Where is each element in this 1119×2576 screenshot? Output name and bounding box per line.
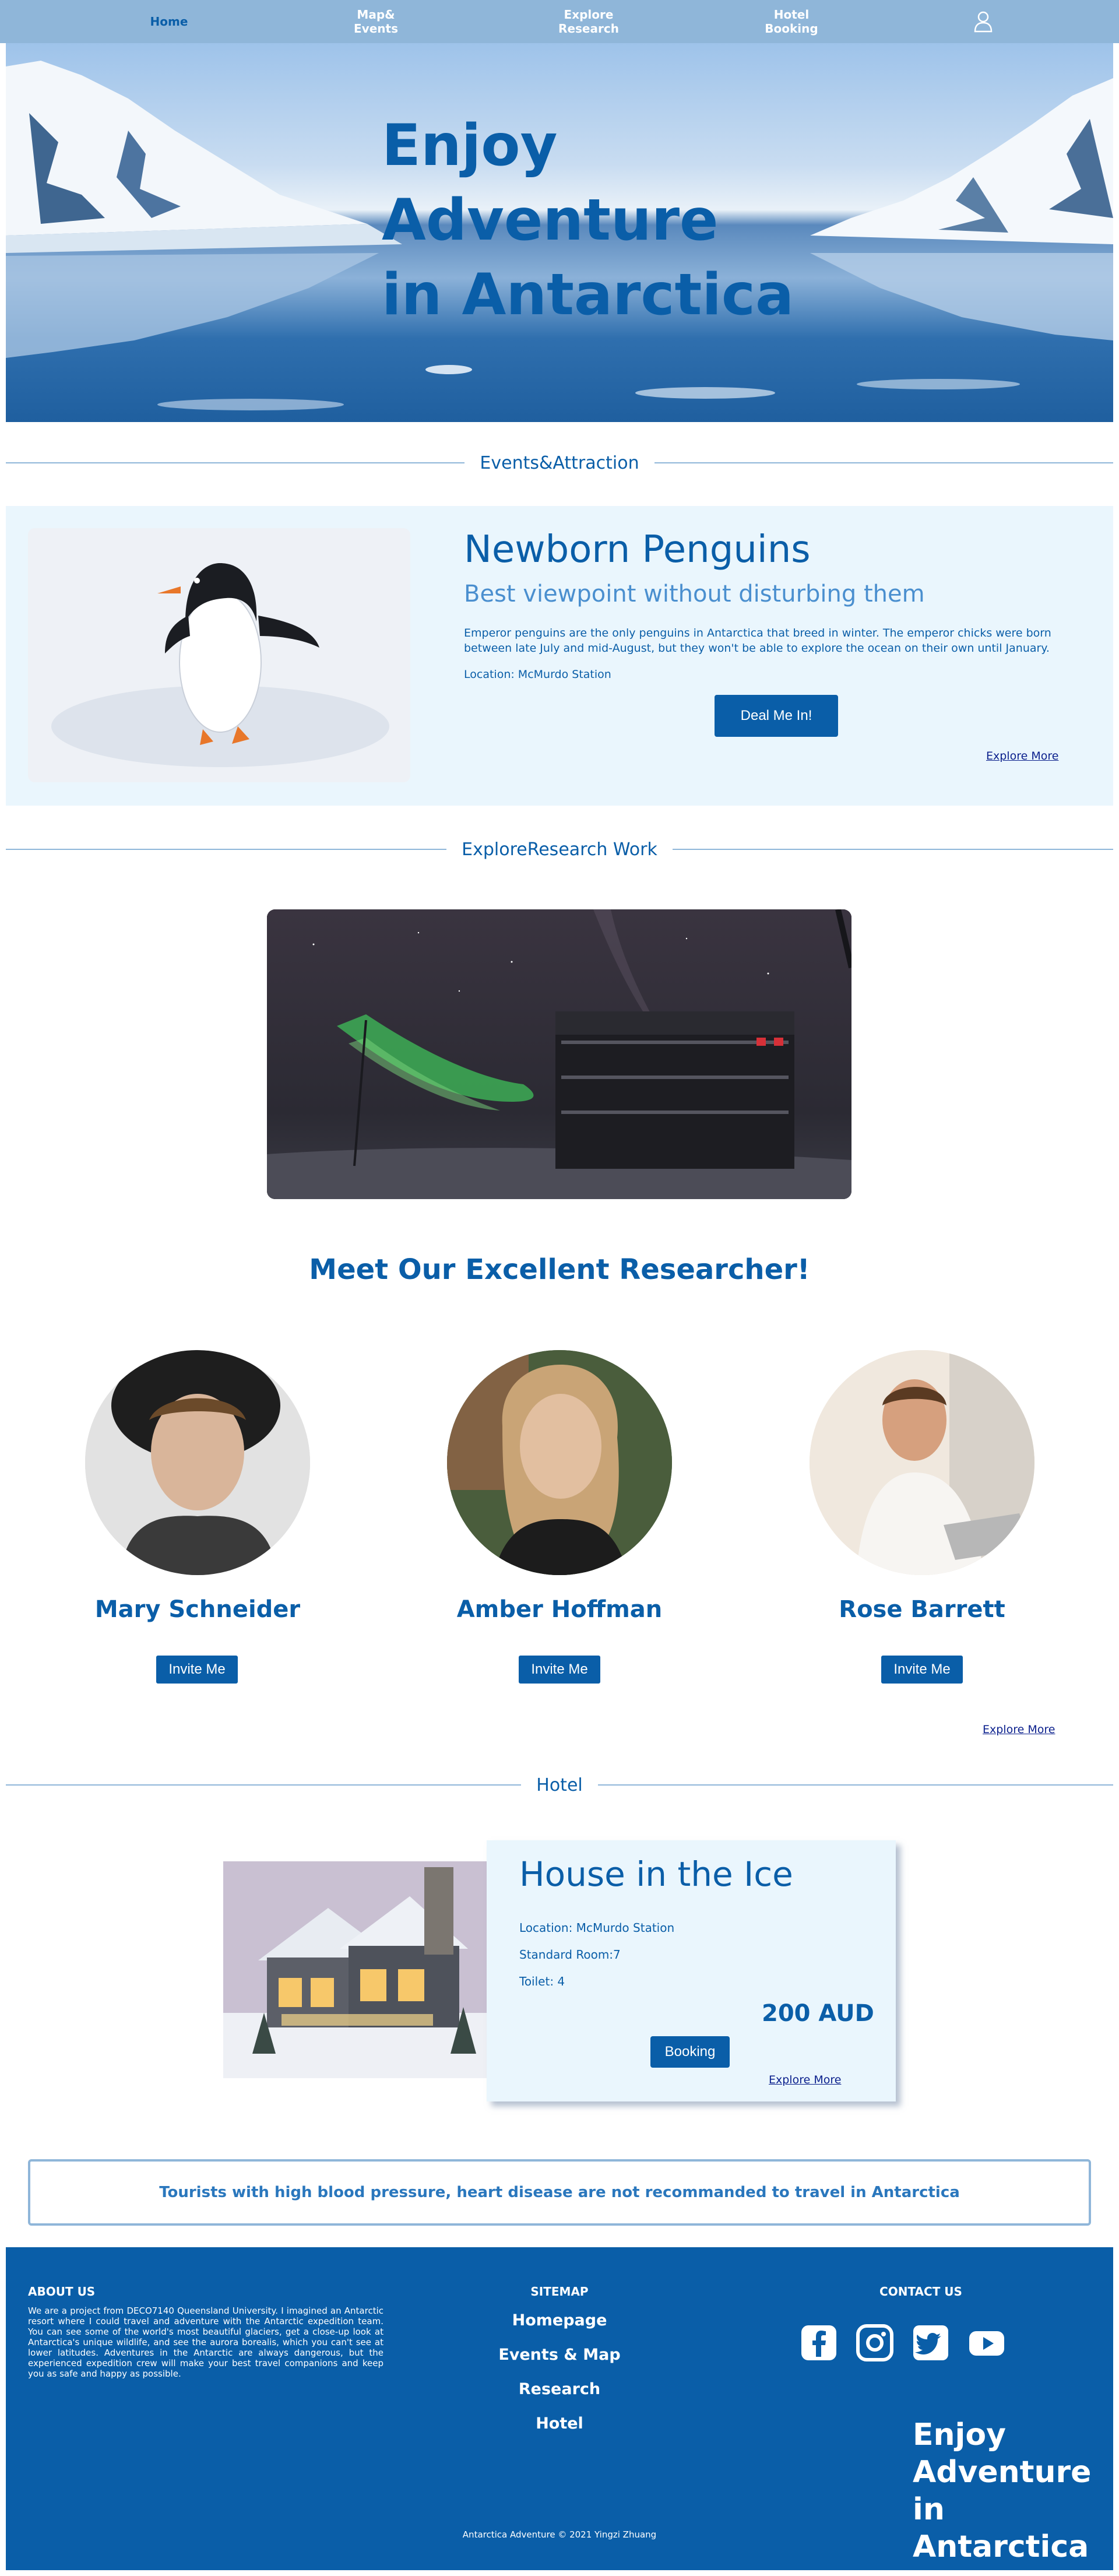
- section-divider-hotel: Hotel: [6, 1773, 1113, 1797]
- footer-contact-heading: CONTACT US: [879, 2285, 962, 2299]
- site-footer: ABOUT US We are a project from DECO7140 …: [6, 2247, 1113, 2570]
- events-panel: Newborn Penguins Best viewpoint without …: [6, 506, 1113, 806]
- event-location: Location: McMurdo Station: [464, 668, 611, 681]
- user-icon[interactable]: [973, 10, 993, 33]
- hotel-card: House in the Ice Location: McMurdo Stati…: [487, 1840, 896, 2101]
- hotel-title: House in the Ice: [519, 1854, 793, 1894]
- hotel-toilet: Toilet: 4: [519, 1974, 565, 1988]
- hotel-photo: [223, 1861, 487, 2078]
- health-warning-banner: Tourists with high blood pressure, heart…: [28, 2159, 1091, 2226]
- researcher-avatar-2: [447, 1350, 672, 1575]
- invite-me-button-1[interactable]: Invite Me: [156, 1656, 238, 1684]
- footer-copyright: Antarctica Adventure © 2021 Yingzi Zhuan…: [462, 2529, 657, 2540]
- hotel-explore-more-link[interactable]: Explore More: [769, 2074, 841, 2086]
- hotel-location: Location: McMurdo Station: [519, 1921, 675, 1935]
- hero-title: Enjoy Adventure in Antarctica: [382, 113, 794, 328]
- hero-banner: Enjoy Adventure in Antarctica: [6, 43, 1113, 422]
- facebook-icon[interactable]: [800, 2324, 838, 2361]
- event-description: Emperor penguins are the only penguins i…: [464, 627, 1051, 655]
- twitter-icon[interactable]: [912, 2324, 949, 2361]
- meet-researchers-title: Meet Our Excellent Researcher!: [309, 1253, 810, 1286]
- nav-explore-research[interactable]: Explore Research: [530, 0, 647, 43]
- hotel-price: 200 AUD: [762, 2000, 874, 2027]
- section-divider-research: ExploreResearch Work: [6, 838, 1113, 861]
- section-title-research: ExploreResearch Work: [462, 839, 657, 860]
- footer-link-research[interactable]: Research: [443, 2380, 676, 2398]
- footer-link-hotel[interactable]: Hotel: [443, 2415, 676, 2433]
- footer-link-homepage[interactable]: Homepage: [443, 2311, 676, 2329]
- researcher-name-2: Amber Hoffman: [456, 1596, 663, 1623]
- section-title-events: Events&Attraction: [480, 452, 639, 473]
- footer-brand-title: Enjoy Adventure in Antarctica: [913, 2417, 1092, 2564]
- footer-about-text: We are a project from DECO7140 Queenslan…: [28, 2306, 383, 2379]
- invite-me-button-3[interactable]: Invite Me: [881, 1656, 963, 1684]
- youtube-icon[interactable]: [968, 2324, 1005, 2361]
- nav-map-events[interactable]: Map& Events: [318, 0, 434, 43]
- researcher-name-1: Mary Schneider: [94, 1596, 301, 1623]
- instagram-icon[interactable]: [856, 2324, 893, 2361]
- researcher-name-3: Rose Barrett: [839, 1596, 1005, 1623]
- section-title-hotel: Hotel: [536, 1774, 583, 1795]
- researcher-avatar-3: [810, 1350, 1034, 1575]
- event-subtitle: Best viewpoint without disturbing them: [464, 581, 925, 607]
- section-divider-events: Events&Attraction: [6, 451, 1114, 475]
- booking-button[interactable]: Booking: [650, 2036, 730, 2068]
- invite-me-button-2[interactable]: Invite Me: [519, 1656, 600, 1684]
- deal-me-in-button[interactable]: Deal Me In!: [715, 695, 838, 737]
- research-explore-more-link[interactable]: Explore More: [983, 1723, 1055, 1736]
- top-nav: Home Map& Events Explore Research Hotel …: [0, 0, 1119, 43]
- aurora-research-station-photo: [267, 909, 851, 1199]
- researcher-avatar-1: [85, 1350, 310, 1575]
- penguin-photo: [28, 528, 410, 782]
- nav-hotel-booking[interactable]: Hotel Booking: [733, 0, 850, 43]
- hotel-rooms: Standard Room:7: [519, 1948, 621, 1962]
- nav-home[interactable]: Home: [111, 0, 227, 43]
- footer-link-events-map[interactable]: Events & Map: [443, 2346, 676, 2364]
- event-title: Newborn Penguins: [464, 528, 811, 571]
- events-explore-more-link[interactable]: Explore More: [986, 750, 1058, 762]
